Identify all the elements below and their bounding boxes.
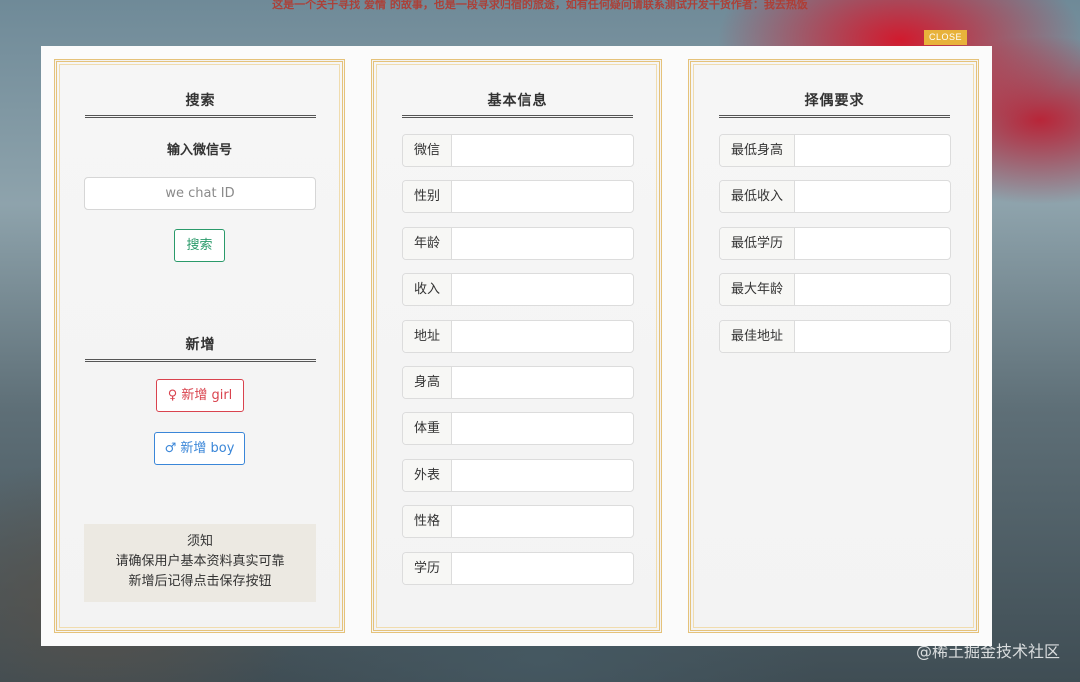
- field-gender: 性别: [402, 180, 634, 213]
- field-appearance: 外表: [402, 459, 634, 492]
- field-label: 最低学历: [720, 228, 796, 259]
- address-input[interactable]: [452, 321, 633, 352]
- field-education: 学历: [402, 552, 634, 585]
- field-address: 地址: [402, 320, 634, 353]
- personality-input[interactable]: [452, 506, 633, 537]
- min-height-input[interactable]: [795, 135, 950, 166]
- notice-title: 须知: [186, 534, 213, 549]
- watermark-text: @稀土掘金技术社区: [915, 642, 1060, 661]
- field-personality: 性格: [402, 505, 634, 538]
- field-label: 体重: [403, 413, 453, 444]
- field-age: 年龄: [402, 227, 634, 260]
- partner-requirements-panel: 择偶要求 最低身高 最低收入 最低学历 最大年龄 最佳地址: [688, 59, 979, 633]
- height-input[interactable]: [452, 367, 633, 398]
- field-label: 地址: [403, 321, 453, 352]
- field-income: 收入: [402, 273, 634, 306]
- add-girl-button[interactable]: ♀ 新增 girl: [156, 379, 244, 412]
- education-input[interactable]: [452, 553, 633, 584]
- search-button[interactable]: 搜索: [174, 229, 225, 262]
- modal-dialog: 搜索 输入微信号 搜索 新增 ♀ 新增 girl ♂ 新增 boy 须知 请确保…: [41, 46, 992, 646]
- field-max-age: 最大年龄: [719, 273, 951, 306]
- best-address-input[interactable]: [795, 321, 950, 352]
- field-label: 性别: [403, 181, 453, 212]
- top-banner-text: 这是一个关于寻找 爱情 的故事，也是一段寻求归宿的旅途，如有任何疑问请联系测试开…: [272, 0, 808, 11]
- basic-info-panel: 基本信息 微信 性别 年龄 收入 地址 身高 体重 外表 性格 学历: [371, 59, 662, 633]
- notice-box: 须知 请确保用户基本资料真实可靠 新增后记得点击保存按钮: [84, 524, 316, 602]
- notice-line: 请确保用户基本资料真实可靠: [115, 554, 285, 569]
- field-label: 学历: [403, 553, 453, 584]
- wechat-input-label: 输入微信号: [166, 143, 232, 158]
- field-label: 最佳地址: [720, 321, 796, 352]
- min-income-input[interactable]: [795, 181, 950, 212]
- weight-input[interactable]: [452, 413, 633, 444]
- field-label: 外表: [403, 460, 453, 491]
- max-age-input[interactable]: [795, 274, 950, 305]
- field-label: 年龄: [403, 228, 453, 259]
- requirements-title: 择偶要求: [719, 90, 950, 118]
- basic-info-title: 基本信息: [402, 90, 633, 118]
- notice-line: 新增后记得点击保存按钮: [128, 574, 272, 589]
- field-label: 微信: [403, 135, 453, 166]
- field-label: 最大年龄: [720, 274, 796, 305]
- age-input[interactable]: [452, 228, 633, 259]
- add-boy-button[interactable]: ♂ 新增 boy: [154, 432, 245, 465]
- field-min-height: 最低身高: [719, 134, 951, 167]
- field-label: 身高: [403, 367, 453, 398]
- field-weight: 体重: [402, 412, 634, 445]
- close-button[interactable]: CLOSE: [924, 30, 967, 45]
- search-panel-title: 搜索: [85, 90, 316, 118]
- income-input[interactable]: [452, 274, 633, 305]
- field-label: 最低身高: [720, 135, 796, 166]
- field-label: 最低收入: [720, 181, 796, 212]
- add-section-title: 新增: [85, 334, 316, 362]
- field-best-address: 最佳地址: [719, 320, 951, 353]
- min-education-input[interactable]: [795, 228, 950, 259]
- wechat-id-search-input[interactable]: [84, 177, 316, 210]
- field-label: 性格: [403, 506, 453, 537]
- field-height: 身高: [402, 366, 634, 399]
- search-panel: 搜索 输入微信号 搜索 新增 ♀ 新增 girl ♂ 新增 boy 须知 请确保…: [54, 59, 345, 633]
- field-min-income: 最低收入: [719, 180, 951, 213]
- appearance-input[interactable]: [452, 460, 633, 491]
- field-min-education: 最低学历: [719, 227, 951, 260]
- field-wechat: 微信: [402, 134, 634, 167]
- gender-input[interactable]: [452, 181, 633, 212]
- field-label: 收入: [403, 274, 453, 305]
- wechat-input[interactable]: [452, 135, 633, 166]
